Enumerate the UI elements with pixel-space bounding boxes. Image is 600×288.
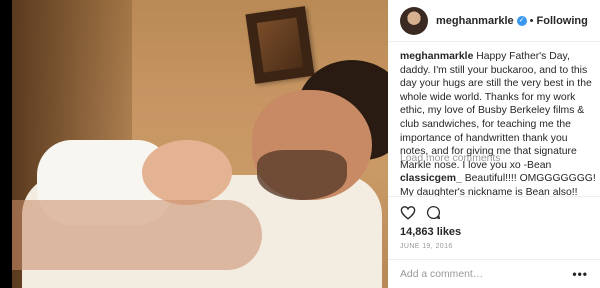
load-more-comments-link[interactable]: Load more comments	[400, 153, 501, 164]
comment-username[interactable]: classicgem_	[400, 173, 462, 184]
photo-wall-frame	[245, 6, 315, 84]
photo-man-beard	[257, 150, 347, 200]
post-side-panel: meghanmarkle ✓ • Following meghanmarkle …	[388, 0, 600, 288]
post-photo[interactable]	[12, 0, 388, 288]
header-username[interactable]: meghanmarkle	[436, 15, 514, 27]
header-separator: •	[529, 14, 534, 27]
left-margin	[0, 0, 12, 288]
comment-icon[interactable]	[426, 205, 441, 220]
add-comment-bar: Add a comment… •••	[388, 259, 600, 288]
post-date[interactable]: JUNE 19, 2016	[400, 243, 453, 250]
more-options-icon[interactable]: •••	[572, 267, 588, 281]
add-comment-input[interactable]: Add a comment…	[400, 269, 572, 280]
avatar[interactable]	[400, 6, 428, 35]
post-header: meghanmarkle ✓ • Following	[388, 0, 600, 42]
likes-count[interactable]: 14,863 likes	[400, 226, 461, 238]
heart-icon[interactable]	[400, 205, 416, 220]
photo-arm	[12, 200, 262, 270]
action-bar	[388, 196, 600, 230]
photo-baby-head	[142, 140, 232, 205]
caption-username[interactable]: meghanmarkle	[400, 51, 473, 62]
verified-badge-icon: ✓	[516, 15, 527, 26]
following-button[interactable]: Following	[537, 15, 588, 27]
